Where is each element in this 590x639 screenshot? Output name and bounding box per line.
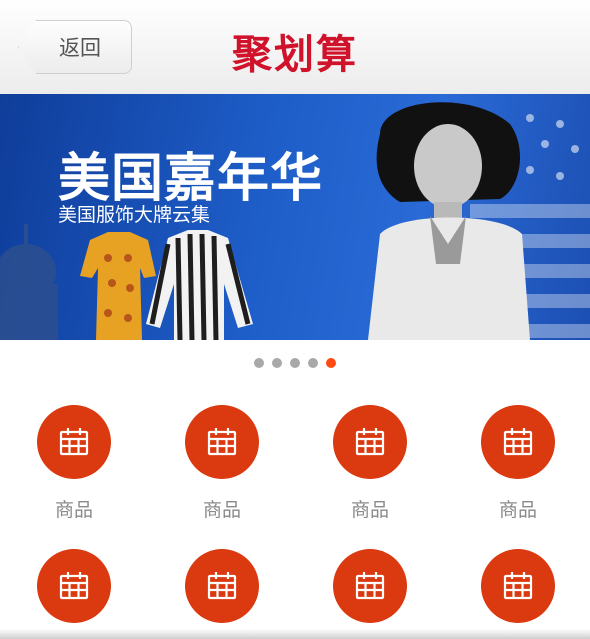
calendar-icon — [59, 572, 89, 600]
calendar-icon — [355, 572, 385, 600]
pager-dot[interactable] — [308, 358, 318, 368]
brand-title: 聚划算 — [232, 32, 358, 78]
top-bar: 返回 聚划算 — [0, 0, 590, 95]
calendar-icon — [355, 428, 385, 456]
pager-dot[interactable] — [254, 358, 264, 368]
grid-item[interactable] — [296, 549, 444, 639]
grid-item-icon-bg — [185, 405, 259, 479]
pager-dot-active[interactable] — [326, 358, 336, 368]
grid-item-icon-bg — [481, 549, 555, 623]
grid-item[interactable] — [444, 549, 590, 639]
grid-item-icon-bg — [37, 549, 111, 623]
banner-pager — [0, 358, 590, 370]
calendar-icon — [59, 428, 89, 456]
model-photo — [368, 102, 530, 340]
grid-item-label: 商品 — [350, 499, 389, 521]
grid-item-icon-bg — [333, 405, 407, 479]
grid-item[interactable]: 商品 — [444, 405, 590, 521]
grid-item[interactable]: 商品 — [0, 405, 148, 521]
grid-item[interactable]: 商品 — [296, 405, 444, 521]
calendar-icon — [503, 428, 533, 456]
category-grid: 商品 商品 商品 商品 — [0, 405, 590, 639]
calendar-icon — [207, 428, 237, 456]
clothing-graphic — [80, 230, 253, 340]
pager-dot[interactable] — [290, 358, 300, 368]
grid-item-icon-bg — [481, 405, 555, 479]
capitol-dome-graphic — [0, 224, 58, 340]
grid-item[interactable]: 商品 — [148, 405, 296, 521]
banner-subtitle: 美国服饰大牌云集 — [58, 204, 211, 226]
grid-item-icon-bg — [333, 549, 407, 623]
promo-banner[interactable]: 美国嘉年华 美国服饰大牌云集 — [0, 94, 590, 340]
grid-item-icon-bg — [37, 405, 111, 479]
grid-item-icon-bg — [185, 549, 259, 623]
grid-item-label: 商品 — [202, 499, 241, 521]
pager-dot[interactable] — [272, 358, 282, 368]
grid-item[interactable] — [0, 549, 148, 639]
grid-item[interactable] — [148, 549, 296, 639]
app-screen: 返回 聚划算 美国嘉年华 美国服饰大牌云集 商品 商品 商品 商品 — [0, 0, 590, 639]
grid-item-label: 商品 — [54, 499, 93, 521]
calendar-icon — [207, 572, 237, 600]
bottom-edge — [0, 629, 590, 639]
grid-item-label: 商品 — [498, 499, 537, 521]
calendar-icon — [503, 572, 533, 600]
